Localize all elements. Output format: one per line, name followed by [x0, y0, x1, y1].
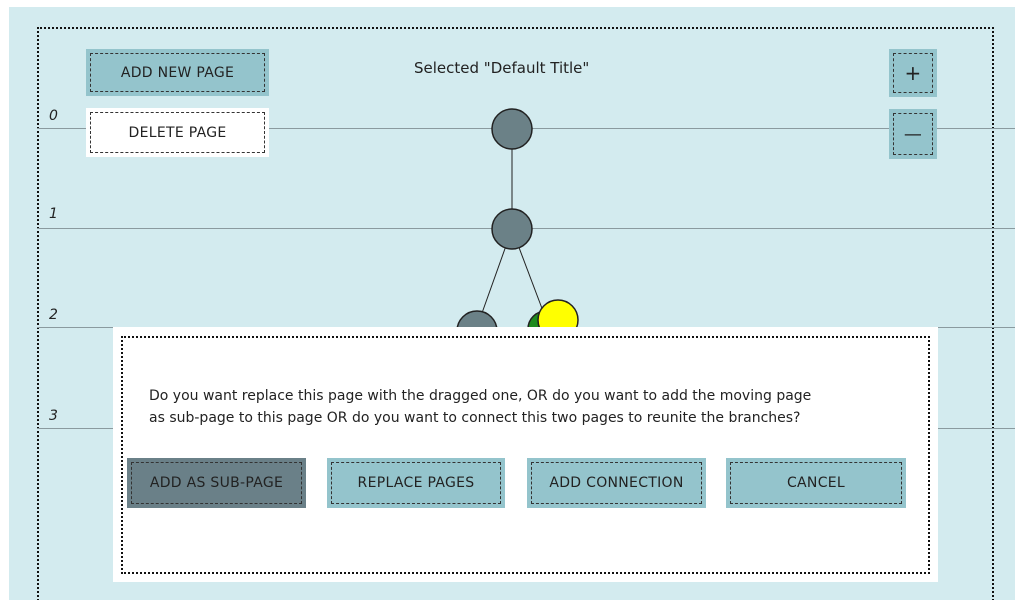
tree-node-root[interactable]: [491, 108, 533, 150]
add-connection-label: ADD CONNECTION: [549, 475, 684, 491]
add-as-sub-page-label: ADD AS SUB-PAGE: [149, 475, 284, 491]
replace-pages-button[interactable]: REPLACE PAGES: [327, 458, 505, 508]
add-connection-button[interactable]: ADD CONNECTION: [527, 458, 706, 508]
replace-pages-label: REPLACE PAGES: [357, 475, 475, 491]
cancel-label: CANCEL: [786, 475, 846, 491]
zoom-out-button[interactable]: —: [889, 109, 937, 159]
zoom-in-button[interactable]: +: [889, 49, 937, 97]
dialog-message: Do you want replace this page with the d…: [149, 385, 909, 429]
add-new-page-button[interactable]: ADD NEW PAGE: [86, 49, 269, 96]
plus-icon: +: [904, 61, 922, 85]
dialog-frame: [121, 336, 930, 574]
selected-page-title: Selected "Default Title": [414, 59, 590, 77]
add-new-page-label: ADD NEW PAGE: [120, 64, 235, 81]
dialog-message-line-2: as sub-page to this page OR do you want …: [149, 410, 801, 426]
add-as-sub-page-button[interactable]: ADD AS SUB-PAGE: [127, 458, 306, 508]
minus-icon: —: [903, 123, 923, 145]
drop-action-dialog: Do you want replace this page with the d…: [113, 327, 938, 582]
page-tree-canvas[interactable]: 0 1 2 3 Selected "Default Title" ADD NEW…: [9, 7, 1015, 600]
dialog-message-line-1: Do you want replace this page with the d…: [149, 388, 812, 404]
delete-page-button[interactable]: DELETE PAGE: [86, 108, 269, 157]
tree-node-level1[interactable]: [491, 208, 533, 250]
cancel-button[interactable]: CANCEL: [726, 458, 906, 508]
delete-page-label: DELETE PAGE: [128, 124, 227, 141]
